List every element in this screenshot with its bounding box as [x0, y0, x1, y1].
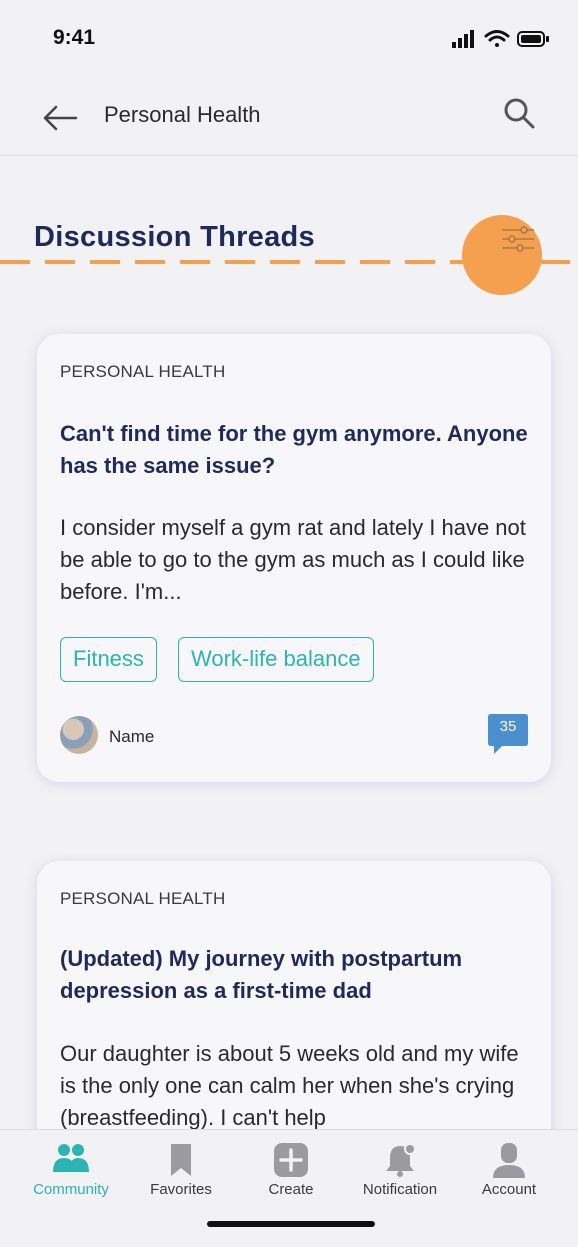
section-title: Discussion Threads — [34, 221, 315, 253]
bottom-tab-bar: Community Favorites Create Notification … — [0, 1129, 578, 1247]
user-icon — [493, 1143, 525, 1178]
tab-notification[interactable]: Notification — [345, 1130, 455, 1220]
search-icon[interactable] — [500, 94, 540, 134]
tab-label: Favorites — [150, 1181, 212, 1198]
back-arrow-icon[interactable] — [40, 98, 80, 138]
thread-category: PERSONAL HEALTH — [60, 889, 226, 908]
thread-title[interactable]: (Updated) My journey with postpartum dep… — [60, 943, 530, 1007]
wifi-icon — [484, 30, 510, 47]
app-header: Personal Health — [0, 80, 578, 156]
tag-work-life-balance[interactable]: Work-life balance — [178, 637, 374, 682]
tab-community[interactable]: Community — [16, 1130, 126, 1220]
thread-category: PERSONAL HEALTH — [60, 362, 226, 381]
tab-label: Account — [481, 1181, 537, 1198]
tab-label: Notification — [362, 1181, 438, 1198]
status-time: 9:41 — [53, 26, 96, 49]
community-icon — [53, 1144, 89, 1172]
filter-icon[interactable] — [500, 224, 536, 254]
author-name[interactable]: Name — [109, 727, 154, 747]
avatar[interactable] — [60, 716, 98, 754]
status-icons — [452, 30, 549, 48]
thread-title[interactable]: Can't find time for the gym anymore. Any… — [60, 418, 530, 482]
thread-card[interactable]: PERSONAL HEALTH Can't find time for the … — [37, 334, 551, 782]
tab-label: Community — [33, 1181, 109, 1198]
status-bar: 9:41 — [0, 0, 578, 80]
bell-icon — [386, 1143, 416, 1177]
thread-excerpt: I consider myself a gym rat and lately I… — [60, 515, 526, 604]
tag-fitness[interactable]: Fitness — [60, 637, 157, 682]
tab-account[interactable]: Account — [454, 1130, 564, 1220]
plus-icon — [274, 1143, 308, 1177]
tab-favorites[interactable]: Favorites — [126, 1130, 236, 1220]
battery-icon — [517, 31, 549, 47]
tab-create[interactable]: Create — [236, 1130, 346, 1220]
thread-excerpt: Our daughter is about 5 weeks old and my… — [60, 1041, 519, 1130]
signal-icon — [452, 30, 474, 48]
page-title: Personal Health — [104, 102, 261, 127]
home-indicator — [207, 1221, 375, 1227]
comment-count: 35 — [499, 718, 517, 735]
tab-label: Create — [268, 1181, 314, 1198]
bookmark-icon — [171, 1144, 191, 1176]
